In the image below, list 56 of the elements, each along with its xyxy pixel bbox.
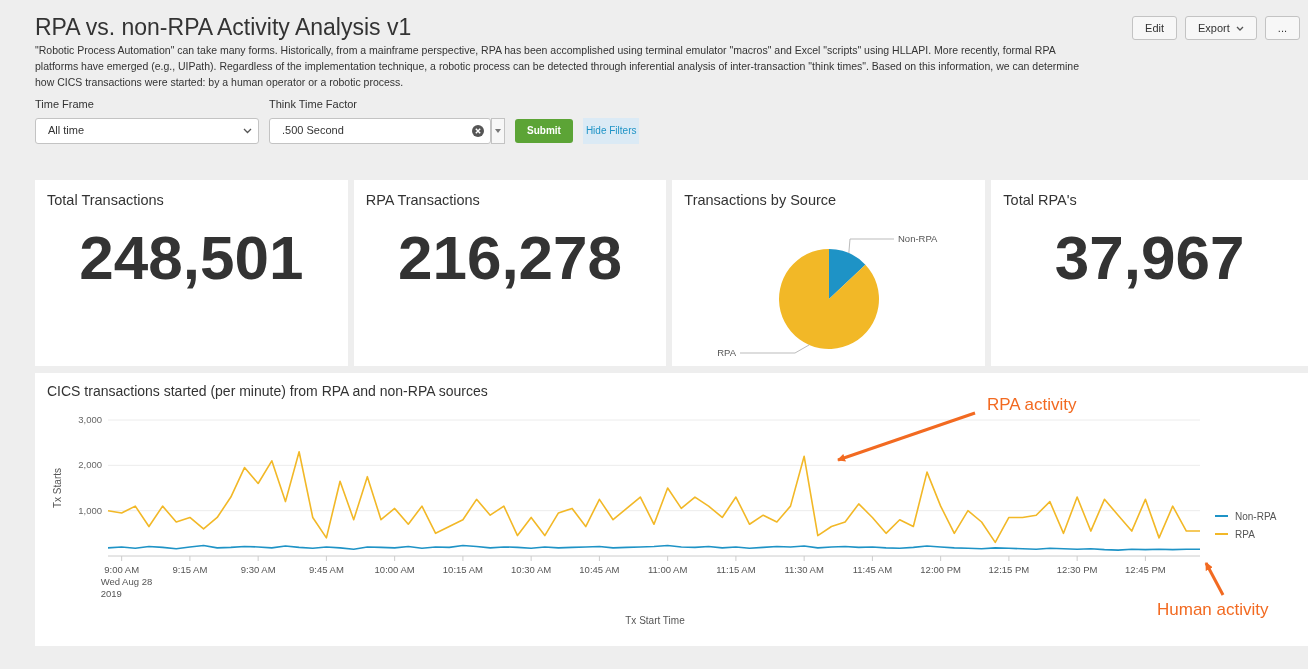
leader-line [848, 238, 895, 254]
axis-tick-label: 9:45 AM [308, 563, 344, 575]
slice-label: Non-RPA [898, 233, 938, 245]
callout-label: RPA activity [987, 394, 1077, 414]
chart-title: CICS transactions started (per minute) from RPA and non-RPA sources [47, 382, 488, 399]
axis-tick-label: 10:45 AM [579, 563, 620, 575]
axis-date-label: Wed Aug 28 [100, 575, 153, 587]
axis-tick-label: 9:30 AM [240, 563, 276, 575]
slice-label: RPA [717, 347, 737, 359]
axis-tick-label: 12:30 PM [1056, 563, 1098, 575]
dashboard-title: RPA vs. non-RPA Activity Analysis v1 [35, 14, 413, 40]
single-value: 248,501 [78, 223, 305, 294]
axis-tick-label: 12:45 PM [1125, 563, 1166, 575]
callout-arrow [1204, 561, 1225, 596]
caret-icon [495, 128, 501, 133]
axis-title: Tx Start Time [625, 614, 685, 626]
panel-title: Total Transactions [47, 190, 165, 210]
axis-tick-label: 11:30 AM [784, 563, 824, 575]
callout-label: Human activity [1157, 599, 1269, 619]
axis-tick-label: 11:15 AM [716, 563, 756, 575]
axis-tick-label: 2,000 [78, 458, 102, 470]
header-button[interactable]: Edit [1132, 16, 1178, 40]
description-text: "Robotic Process Automation" can take many forms. Historically, from a mainframe perspective, RPA has been accomplished using terminal emulator "macros" and Excel "scripts" using HLLAPI. More recently, formal RPA platforms have emerged (e.g., UIPath). Regardless of the implementation technique, a robotic process can be detected through inferential analysis of inter-transaction "think times". Based on this information, we can determine how CICS transactions were started: by a human operator or a robotic process. [35, 43, 1080, 90]
single-value: 216,278 [396, 223, 624, 294]
legend-label: RPA [1235, 528, 1255, 539]
axis-tick-label: 3,000 [78, 413, 102, 425]
caret-icon [243, 127, 252, 134]
axis-tick-label: 11:00 AM [647, 563, 688, 575]
panel-title: RPA Transactions [365, 190, 481, 210]
panel-title: Transactions by Source [684, 190, 838, 210]
axis-tick-label: 12:00 PM [920, 563, 961, 575]
axis-tick-label: 9:15 AM [172, 563, 208, 575]
axis-tick-label: 9:00 AM [104, 563, 140, 575]
caret-icon [1235, 25, 1244, 31]
single-value: 37,967 [1053, 223, 1246, 294]
axis-title: Tx Starts [52, 467, 63, 508]
axis-tick-label: 12:15 PM [988, 563, 1030, 575]
leader-line [739, 344, 811, 354]
dropdown-toggle[interactable] [491, 117, 505, 144]
header-button[interactable]: ... [1264, 16, 1300, 40]
axis-tick-label: 11:45 AM [852, 563, 893, 575]
panel-title: Total RPA's [1003, 190, 1078, 210]
filter-label: Think Time Factor [269, 97, 359, 112]
axis-tick-label: 1,000 [78, 504, 102, 516]
axis-tick-label: 10:00 AM [374, 563, 415, 575]
legend-swatch [1214, 532, 1229, 535]
legend-label: Non-RPA [1235, 510, 1277, 521]
axis-tick-label: 10:15 AM [442, 563, 483, 575]
header-button[interactable]: Export [1185, 16, 1257, 40]
think-time-field[interactable]: .500 Second [269, 117, 491, 144]
legend-swatch [1214, 514, 1229, 517]
filter-label: Time Frame [35, 97, 95, 112]
axis-tick-label: 10:30 AM [511, 563, 552, 575]
axis-date-label: 2019 [100, 587, 122, 599]
time-frame-select[interactable]: All time [35, 117, 259, 144]
clear-icon [472, 124, 484, 137]
